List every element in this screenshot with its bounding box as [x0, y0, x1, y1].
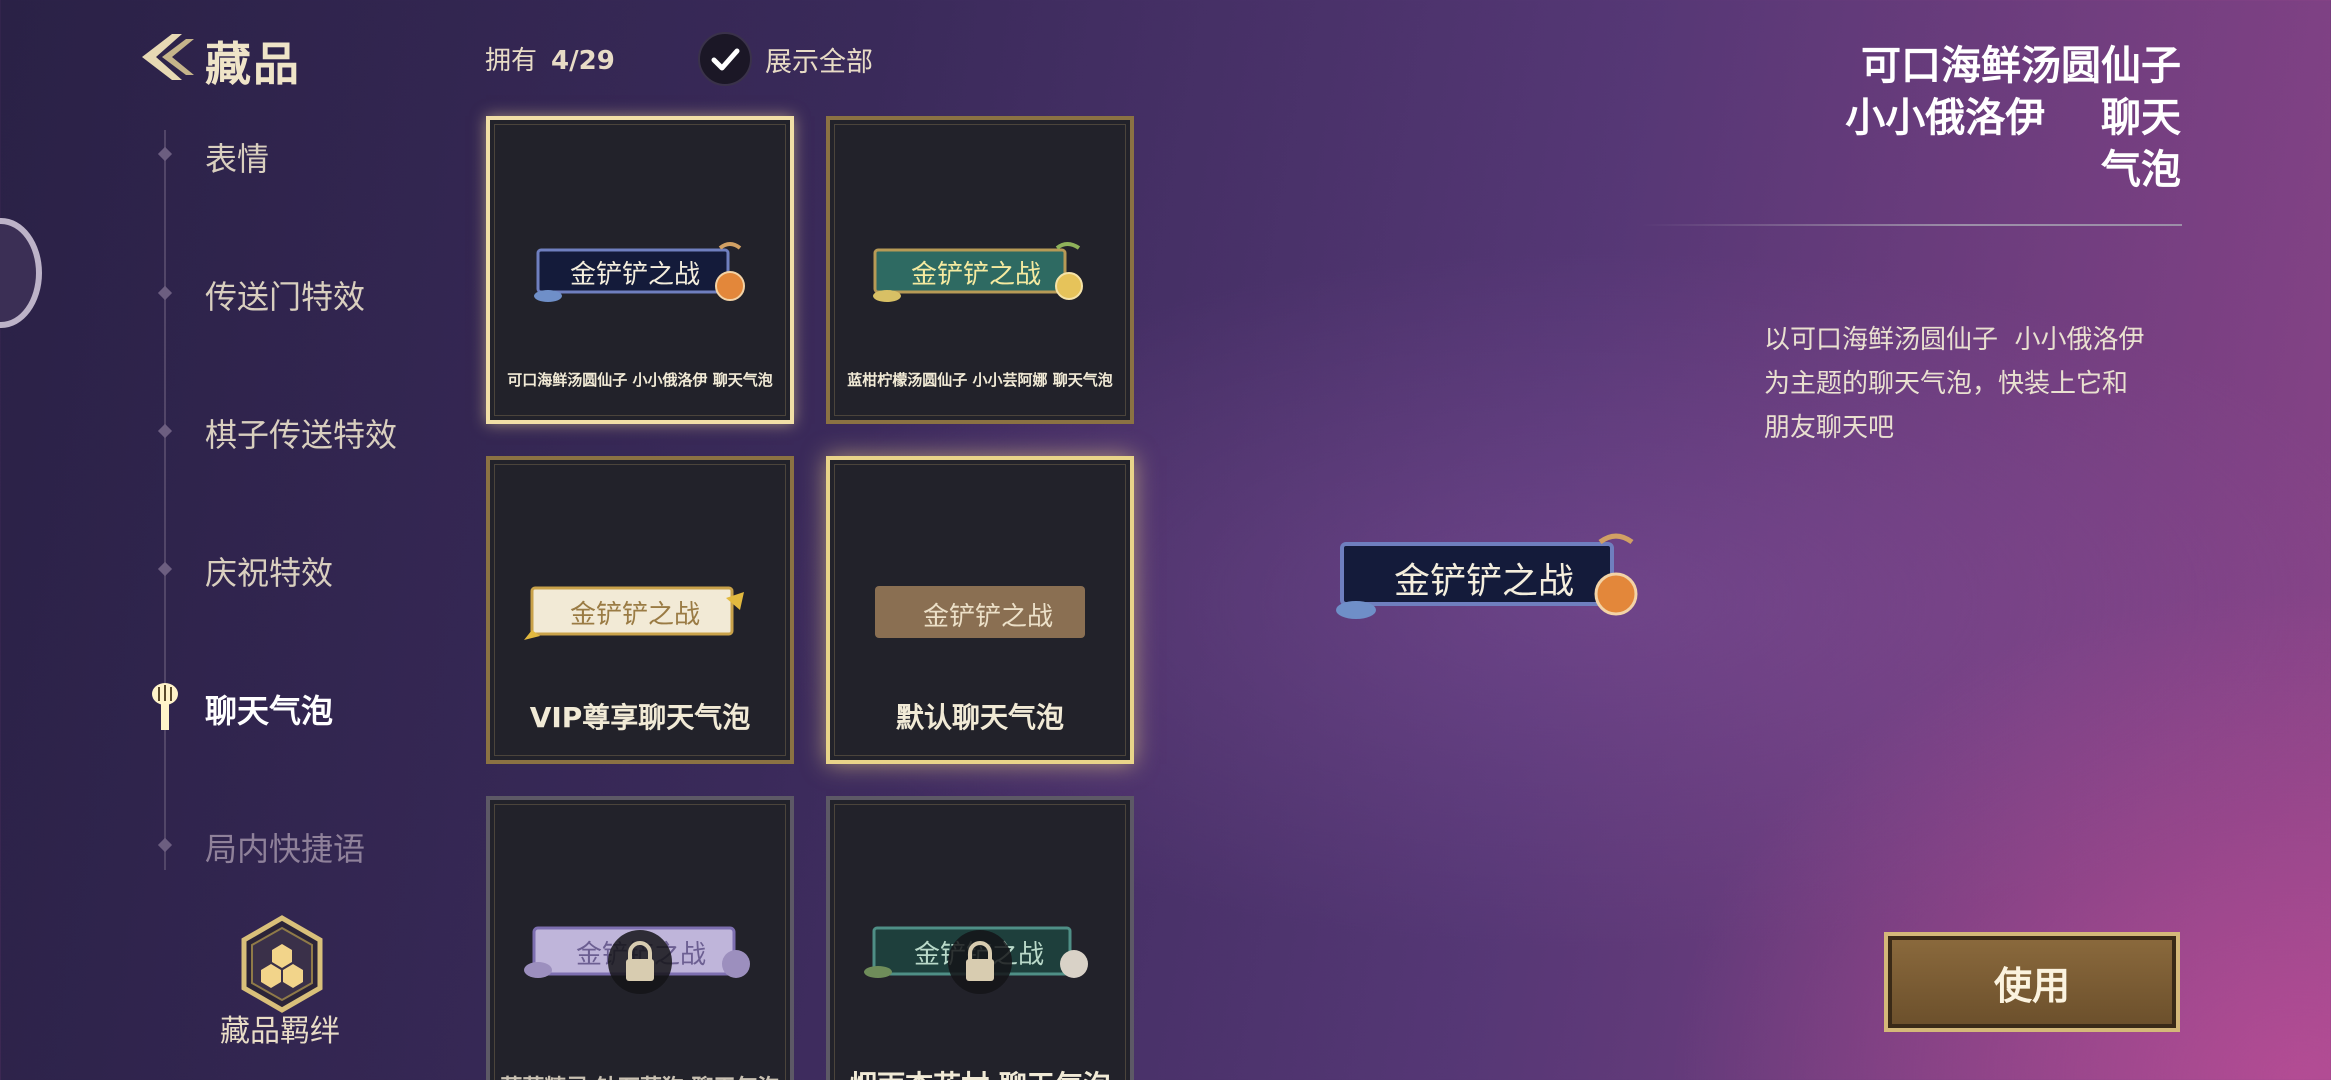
shovel-icon	[148, 682, 182, 732]
nav-item-piece-teleport-effects[interactable]: 棋子传送特效	[205, 410, 397, 456]
card-name: 蓝柑柠檬汤圆仙子 小小芸阿娜 聊天气泡	[847, 371, 1113, 389]
owned-label: 拥有	[485, 46, 538, 76]
side-circle-button[interactable]	[0, 218, 42, 328]
chat-bubble-card[interactable]: 金铲铲之战 蓝柑柠檬汤圆仙子 小小芸阿娜 聊天气泡	[826, 116, 1134, 424]
detail-description-line: 以可口海鲜汤圆仙子 小小俄洛伊	[1764, 325, 2145, 355]
show-all-label: 展示全部	[765, 47, 873, 78]
nav-item-chat-bubbles[interactable]: 聊天气泡	[205, 686, 333, 732]
card-name: VIP尊享聊天气泡	[529, 701, 751, 734]
card-name: 默认聊天气泡	[895, 701, 1064, 734]
card-name: 烟雨杏花村 聊天气泡	[830, 1064, 1130, 1080]
lock-icon	[948, 930, 1012, 994]
chat-bubble-card[interactable]: 金铲铲之战 可口海鲜汤圆仙子 小小俄洛伊 聊天气泡	[486, 116, 794, 424]
owned-count: 4/29	[551, 46, 615, 76]
bubble-text: 金铲铲之战	[923, 602, 1054, 632]
chat-bubble-preview: 金铲铲之战	[530, 240, 750, 314]
chat-bubble-preview: 金铲铲之战	[520, 578, 760, 652]
card-name: 蔬菜精灵 钻石菜狗 聊天气泡	[490, 1070, 790, 1080]
chat-bubble-card-locked[interactable]: 金铲铲之战 蔬菜精灵 钻石菜狗 聊天气泡	[486, 796, 794, 1080]
bubble-text: 金铲铲之战	[570, 260, 701, 290]
chat-bubble-preview: 金铲铲之战	[865, 582, 1095, 648]
nav-item-celebration-effects[interactable]: 庆祝特效	[205, 548, 333, 594]
preview-bubble-text: 金铲铲之战	[1394, 561, 1575, 602]
detail-title: 可口海鲜汤圆仙子 小小俄洛伊 聊天 气泡	[1661, 40, 2181, 196]
nav-dot	[157, 837, 173, 853]
show-all-checkbox[interactable]	[698, 32, 752, 86]
page-title: 藏品	[205, 37, 301, 91]
nav-item-portal-effects[interactable]: 传送门特效	[205, 272, 365, 318]
detail-description-line: 为主题的聊天气泡，快装上它和	[1764, 369, 2129, 399]
detail-title-line: 小小俄洛伊 聊天	[1845, 95, 2181, 141]
nav-dot	[157, 146, 173, 162]
checkmark-icon	[711, 48, 740, 71]
detail-divider	[1640, 224, 2182, 226]
nav-dot	[157, 285, 173, 301]
detail-title-line: 气泡	[2101, 147, 2181, 193]
owned-counter: 拥有 4/29	[485, 40, 615, 77]
collection-bond-icon[interactable]	[238, 914, 326, 1014]
collection-bond-label: 藏品羁绊	[220, 1014, 340, 1049]
card-name: 可口海鲜汤圆仙子 小小俄洛伊 聊天气泡	[507, 371, 773, 389]
back-arrow-icon[interactable]	[138, 30, 198, 84]
chat-bubble-card[interactable]: 金铲铲之战 VIP尊享聊天气泡	[486, 456, 794, 764]
selected-bubble-preview: 金铲铲之战	[1330, 528, 1650, 632]
chat-bubble-card[interactable]: 金铲铲之战 默认聊天气泡	[826, 456, 1134, 764]
nav-dot	[157, 561, 173, 577]
detail-description: 以可口海鲜汤圆仙子 小小俄洛伊 为主题的聊天气泡，快装上它和 朋友聊天吧	[1764, 318, 2194, 450]
nav-rail	[164, 130, 166, 870]
lock-icon	[608, 930, 672, 994]
chat-bubble-preview: 金铲铲之战	[865, 240, 1095, 314]
use-button[interactable]: 使用	[1884, 932, 2180, 1032]
nav-item-emotes[interactable]: 表情	[205, 134, 269, 180]
nav-item-quick-chat[interactable]: 局内快捷语	[205, 824, 365, 870]
bubble-text: 金铲铲之战	[570, 600, 701, 630]
bubble-text: 金铲铲之战	[911, 260, 1042, 290]
detail-description-line: 朋友聊天吧	[1764, 413, 1895, 443]
nav-dot	[157, 423, 173, 439]
detail-title-line: 可口海鲜汤圆仙子	[1861, 43, 2181, 89]
chat-bubble-card-locked[interactable]: 金铲铲之战 烟雨杏花村 聊天气泡	[826, 796, 1134, 1080]
